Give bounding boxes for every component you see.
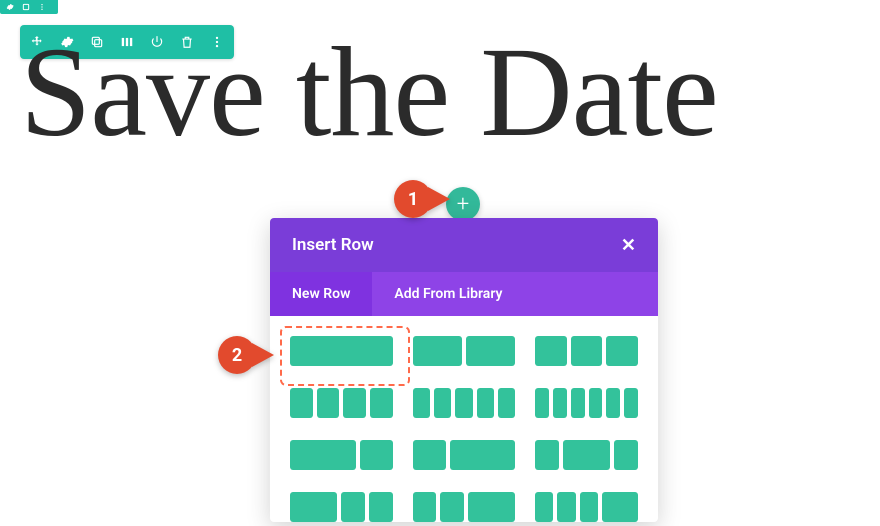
layout-column [624, 388, 638, 418]
layout-column [571, 388, 585, 418]
layout-option[interactable] [290, 492, 393, 522]
layout-option[interactable] [535, 440, 638, 470]
layout-option[interactable] [290, 336, 393, 366]
layout-column [535, 388, 549, 418]
layout-column [434, 388, 451, 418]
layout-option[interactable] [413, 440, 516, 470]
layout-column [571, 336, 603, 366]
layout-column [341, 492, 365, 522]
layout-column [360, 440, 393, 470]
layout-column [455, 388, 472, 418]
annotation-2: 2 [218, 336, 274, 374]
layout-option[interactable] [290, 388, 393, 418]
layout-column [553, 388, 567, 418]
annotation-badge: 1 [394, 180, 432, 218]
layout-grid [270, 316, 658, 522]
modal-tabs: New Row Add From Library [270, 272, 658, 316]
layout-column [450, 440, 516, 470]
layout-column [498, 388, 515, 418]
square-icon [22, 3, 30, 11]
layout-option[interactable] [535, 336, 638, 366]
layout-column [477, 388, 494, 418]
annotation-badge: 2 [218, 336, 256, 374]
layout-column [369, 492, 393, 522]
layout-column [557, 492, 575, 522]
layout-column [440, 492, 464, 522]
layout-column [589, 388, 603, 418]
modal-header: Insert Row ✕ [270, 218, 658, 272]
layout-column [606, 388, 620, 418]
layout-option[interactable] [413, 388, 516, 418]
layout-column [413, 492, 437, 522]
modal-title: Insert Row [292, 235, 374, 255]
layout-column [290, 388, 313, 418]
layout-column [580, 492, 598, 522]
layout-option[interactable] [290, 440, 393, 470]
gear-icon [6, 3, 14, 11]
annotation-1: 1 [394, 180, 450, 218]
layout-column [290, 440, 356, 470]
annotation-tail [252, 343, 274, 367]
layout-option[interactable] [413, 492, 516, 522]
layout-column [413, 388, 430, 418]
layout-column [535, 336, 567, 366]
layout-column [413, 440, 446, 470]
layout-column [468, 492, 515, 522]
layout-column [563, 440, 610, 470]
add-row-button[interactable]: + [446, 187, 480, 221]
layout-column [535, 440, 559, 470]
section-mini-handle[interactable] [0, 0, 58, 14]
layout-column [535, 492, 553, 522]
layout-column [343, 388, 366, 418]
layout-column [370, 388, 393, 418]
dots-icon [38, 3, 46, 11]
layout-column [290, 336, 393, 366]
close-icon[interactable]: ✕ [621, 235, 636, 256]
tab-from-library[interactable]: Add From Library [372, 272, 524, 316]
layout-option[interactable] [413, 336, 516, 366]
layout-option[interactable] [535, 388, 638, 418]
page-headline: Save the Date [20, 28, 875, 156]
annotation-tail [428, 187, 450, 211]
layout-column [614, 440, 638, 470]
layout-column [466, 336, 515, 366]
layout-option[interactable] [535, 492, 638, 522]
insert-row-modal: Insert Row ✕ New Row Add From Library [270, 218, 658, 522]
layout-column [413, 336, 462, 366]
layout-column [317, 388, 340, 418]
layout-column [602, 492, 638, 522]
tab-new-row[interactable]: New Row [270, 272, 372, 316]
layout-column [606, 336, 638, 366]
layout-column [290, 492, 337, 522]
